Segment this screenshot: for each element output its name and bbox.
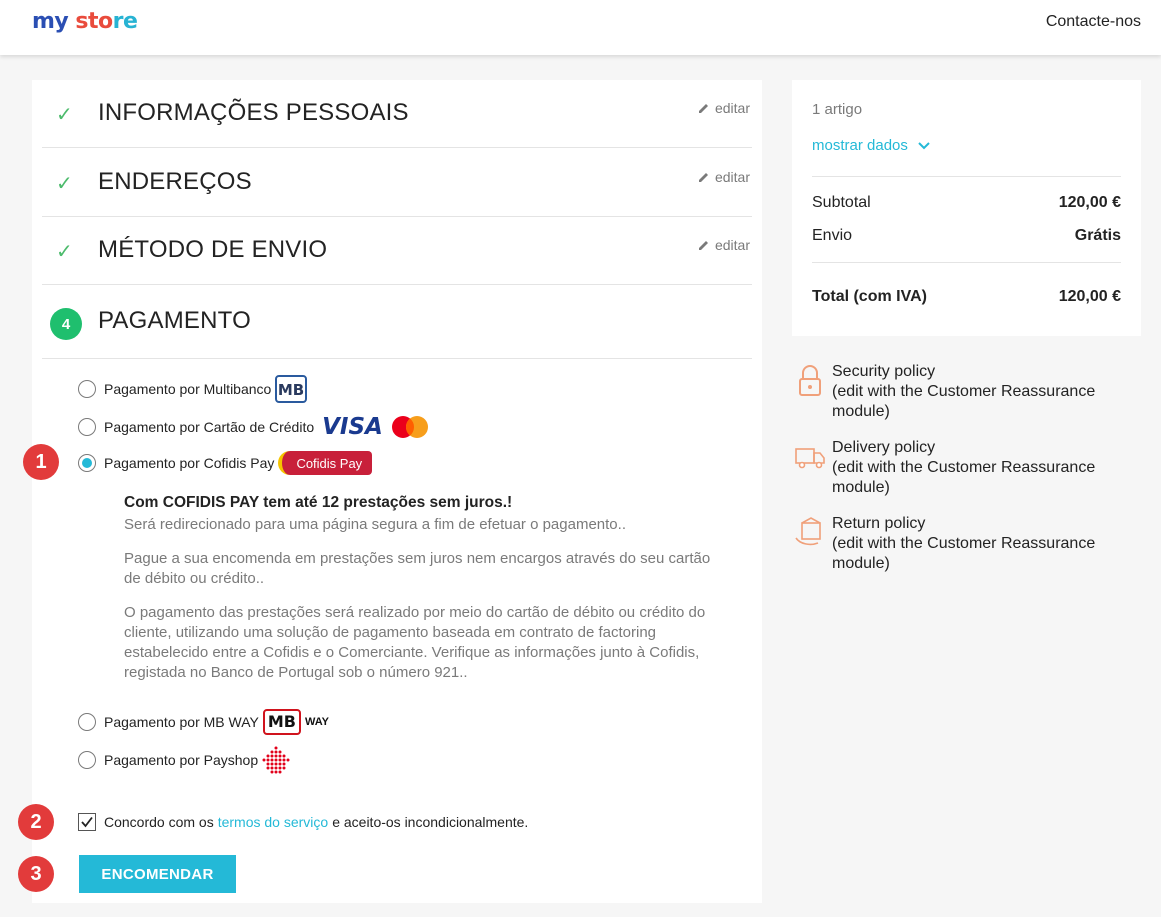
payment-option-multibanco[interactable]: Pagamento por Multibanco MB — [78, 375, 308, 403]
show-details-toggle[interactable]: mostrar dados — [812, 137, 930, 154]
mbway-logo-icon: MB WAY — [262, 709, 330, 735]
step-title: PAGAMENTO — [98, 307, 251, 334]
mastercard-logo-icon — [391, 416, 428, 438]
store-logo[interactable]: my store — [32, 9, 138, 34]
reassurance-desc: (edit with the Customer Reassurance modu… — [832, 383, 1096, 420]
divider — [812, 262, 1121, 263]
radio-multibanco[interactable] — [78, 380, 96, 398]
step-payment: 4 PAGAMENTO — [42, 285, 752, 359]
payment-option-cofidis[interactable]: Pagamento por Cofidis Pay Cofidis Pay — [78, 450, 373, 476]
logo-text-3: re — [112, 9, 138, 34]
total-label: Total (com IVA) — [812, 288, 927, 305]
header: my store Contacte-nos — [0, 0, 1161, 55]
annotation-badge-2: 2 — [18, 804, 54, 840]
terms-text-before: Concordo com os — [104, 814, 214, 830]
multibanco-logo-icon: MB — [275, 375, 308, 403]
visa-logo-icon: VISA — [322, 414, 383, 440]
payment-option-credit-card[interactable]: Pagamento por Cartão de Crédito VISA — [78, 414, 433, 440]
subtotal-value: 120,00 € — [1058, 194, 1121, 211]
logo-text-2: sto — [68, 9, 113, 34]
subtotal-label: Subtotal — [812, 194, 871, 211]
payshop-logo-icon — [262, 746, 290, 774]
cofidis-pay-logo: Cofidis Pay — [278, 451, 373, 475]
shipping-row: Envio Grátis — [812, 227, 1121, 245]
pencil-icon — [698, 241, 708, 250]
radio-mbway[interactable] — [78, 713, 96, 731]
shipping-value: Grátis — [1074, 227, 1121, 244]
pencil-icon — [698, 173, 708, 182]
place-order-button[interactable]: ENCOMENDAR — [79, 855, 236, 893]
radio-cofidis[interactable] — [78, 454, 96, 472]
edit-personal-info-link[interactable]: editar — [698, 100, 750, 116]
return-box-icon — [795, 517, 821, 546]
cofidis-info-text: O pagamento das prestações será realizad… — [124, 604, 706, 681]
payment-option-label: Pagamento por Payshop — [104, 752, 259, 768]
edit-addresses-link[interactable]: editar — [698, 169, 750, 185]
payment-option-label: Pagamento por Multibanco — [104, 381, 272, 397]
checkout-steps-panel: ✓ INFORMAÇÕES PESSOAIS editar ✓ ENDEREÇO… — [32, 80, 762, 903]
edit-label: editar — [714, 100, 750, 116]
edit-shipping-link[interactable]: editar — [698, 237, 750, 253]
step-addresses: ✓ ENDEREÇOS editar — [42, 148, 752, 217]
mbway-logo-mb: MB — [262, 709, 301, 735]
step-shipping: ✓ MÉTODO DE ENVIO editar — [42, 217, 752, 285]
reassurance-security: Security policy (edit with the Customer … — [792, 362, 1132, 422]
cofidis-info-heading: Com COFIDIS PAY tem até 12 prestações se… — [124, 494, 513, 511]
show-details-label: mostrar dados — [812, 137, 908, 154]
reassurance-title: Delivery policy — [832, 439, 936, 456]
cofidis-info-text: Pague a sua encomenda em prestações sem … — [124, 550, 711, 587]
logo-text-1: my — [32, 9, 69, 34]
payment-option-label: Pagamento por Cartão de Crédito — [104, 419, 315, 435]
payment-option-payshop[interactable]: Pagamento por Payshop — [78, 746, 292, 774]
divider — [812, 176, 1121, 177]
payment-option-mbway[interactable]: Pagamento por MB WAY MB WAY — [78, 709, 329, 735]
payment-option-label: Pagamento por MB WAY — [104, 714, 259, 730]
contact-link[interactable]: Contacte-nos — [1046, 13, 1141, 31]
cart-summary: 1 artigo mostrar dados Subtotal 120,00 €… — [792, 80, 1141, 336]
step-personal-info: ✓ INFORMAÇÕES PESSOAIS editar — [42, 80, 752, 148]
annotation-badge-1: 1 — [23, 444, 59, 480]
total-value: 120,00 € — [1058, 288, 1121, 305]
edit-label: editar — [714, 169, 750, 185]
step-number-badge: 4 — [50, 308, 82, 340]
reassurance-title: Return policy — [832, 515, 926, 532]
chevron-down-icon — [918, 142, 930, 150]
lock-icon — [799, 365, 821, 396]
edit-label: editar — [714, 237, 750, 253]
step-title: MÉTODO DE ENVIO — [98, 236, 328, 263]
shipping-label: Envio — [812, 227, 853, 244]
reassurance-title: Security policy — [832, 363, 936, 380]
radio-payshop[interactable] — [78, 751, 96, 769]
terms-text-after: e aceito-os incondicionalmente. — [332, 814, 529, 830]
svg-text:MB: MB — [278, 381, 304, 399]
item-count: 1 artigo — [812, 101, 863, 118]
reassurance-delivery: Delivery policy (edit with the Customer … — [792, 438, 1132, 498]
subtotal-row: Subtotal 120,00 € — [812, 194, 1121, 212]
reassurance-return: Return policy (edit with the Customer Re… — [792, 514, 1132, 574]
cofidis-info-text: Será redirecionado para uma página segur… — [124, 516, 626, 533]
annotation-badge-3: 3 — [18, 856, 54, 892]
radio-credit-card[interactable] — [78, 418, 96, 436]
mbway-logo-way: WAY — [304, 716, 330, 728]
delivery-truck-icon — [795, 448, 825, 469]
payment-option-label: Pagamento por Cofidis Pay — [104, 455, 275, 471]
terms-of-service-link[interactable]: termos do serviço — [218, 814, 328, 830]
checkmark-icon — [81, 816, 93, 828]
step-title: ENDEREÇOS — [98, 168, 252, 195]
reassurance-desc: (edit with the Customer Reassurance modu… — [832, 535, 1096, 572]
pencil-icon — [698, 104, 708, 113]
step-title: INFORMAÇÕES PESSOAIS — [98, 99, 409, 126]
check-icon: ✓ — [56, 241, 73, 263]
terms-agreement: Concordo com os termos do serviço e acei… — [78, 813, 528, 831]
cofidis-info-block: Com COFIDIS PAY tem até 12 prestações se… — [124, 493, 724, 697]
terms-checkbox[interactable] — [78, 813, 96, 831]
check-icon: ✓ — [56, 173, 73, 195]
total-row: Total (com IVA) 120,00 € — [812, 288, 1121, 306]
check-icon: ✓ — [56, 104, 73, 126]
reassurance-desc: (edit with the Customer Reassurance modu… — [832, 459, 1096, 496]
